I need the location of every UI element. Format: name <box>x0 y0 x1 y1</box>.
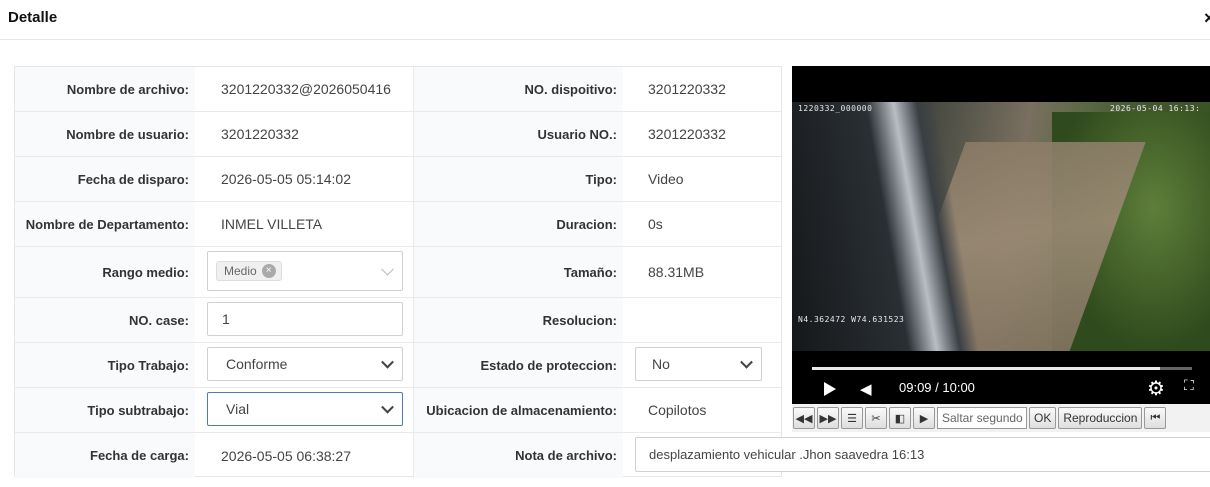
reproduccion-button[interactable]: Reproduccion <box>1058 407 1143 429</box>
rango-medio-tag-label: Medio <box>224 264 257 278</box>
no-case-input[interactable]: 1 <box>207 302 403 336</box>
close-icon[interactable]: × <box>1204 8 1210 29</box>
rewind-button[interactable]: ◀◀ <box>793 407 815 429</box>
label-nombre-usuario: Nombre de usuario: <box>15 112 195 156</box>
value-ubicacion-almacenamiento: Copilotos <box>648 402 707 418</box>
detail-row: Fecha de disparo: 2026-05-05 05:14:02 Ti… <box>15 157 781 202</box>
value-nombre-archivo: 3201220332@2026050416 <box>195 67 414 111</box>
tipo-subtrabajo-value: Vial <box>226 401 250 417</box>
video-progress-fill <box>812 367 1160 370</box>
value-tipo: Video <box>648 171 684 187</box>
value-no-dispositivo: 3201220332 <box>648 81 726 97</box>
label-nota-archivo: Nota de archivo: <box>414 433 623 478</box>
value-duracion: 0s <box>648 216 663 232</box>
video-progress-bar[interactable] <box>812 367 1192 370</box>
label-no-case: NO. case: <box>15 298 195 342</box>
chevron-down-icon <box>381 400 394 414</box>
label-resolucion: Resolucion: <box>414 298 623 342</box>
ok-button[interactable]: OK <box>1029 407 1057 429</box>
tipo-trabajo-select[interactable]: Conforme <box>207 347 403 381</box>
dialog-title: Detalle <box>8 9 58 26</box>
detail-row: Nombre de archivo: 3201220332@2026050416… <box>15 67 781 112</box>
label-fecha-carga: Fecha de carga: <box>15 433 195 478</box>
fullscreen-icon[interactable]: ⛶ <box>1184 378 1194 394</box>
rango-medio-tag: Medio × <box>216 261 282 281</box>
label-tipo-trabajo: Tipo Trabajo: <box>15 343 195 387</box>
value-nombre-departamento: INMEL VILLETA <box>195 202 414 246</box>
label-ubicacion-almacenamiento: Ubicacion de almacenamiento: <box>414 388 623 432</box>
label-tipo: Tipo: <box>414 157 623 201</box>
volume-icon[interactable]: ◀ <box>860 380 872 398</box>
detail-row: Nombre de usuario: 3201220332 Usuario NO… <box>15 112 781 157</box>
dialog-header: Detalle × <box>0 0 1210 40</box>
value-resolucion <box>623 298 781 342</box>
label-no-dispositivo: NO. dispoitivo: <box>414 67 623 111</box>
chevron-down-icon <box>740 355 753 369</box>
osd-datetime: 2026-05-04 16:13: <box>1110 104 1201 113</box>
skip-seconds-input[interactable]: Saltar segundo <box>937 407 1027 429</box>
list-button[interactable]: ☰ <box>841 407 863 429</box>
play-icon[interactable] <box>824 382 836 396</box>
next-frame-button[interactable]: ▶ <box>913 407 935 429</box>
cut-button[interactable]: ✂ <box>865 407 887 429</box>
fast-forward-button[interactable]: ▶▶ <box>817 407 839 429</box>
label-fecha-disparo: Fecha de disparo: <box>15 157 195 201</box>
video-vehicle <box>792 102 982 351</box>
value-fecha-disparo: 2026-05-05 05:14:02 <box>195 157 414 201</box>
video-player[interactable]: 1220332_000000 2026-05-04 16:13: N4.3624… <box>792 66 1210 404</box>
rango-medio-select[interactable]: Medio × <box>207 251 403 291</box>
estado-proteccion-select[interactable]: No <box>635 347 762 381</box>
tipo-trabajo-value: Conforme <box>226 356 288 372</box>
value-nombre-usuario: 3201220332 <box>195 112 414 156</box>
label-tipo-subtrabajo: Tipo subtrabajo: <box>15 388 195 432</box>
label-duracion: Duracion: <box>414 202 623 246</box>
value-tamano: 88.31MB <box>648 264 705 280</box>
chevron-down-icon <box>381 355 394 369</box>
label-nombre-departamento: Nombre de Departamento: <box>15 202 195 246</box>
label-usuario-no: Usuario NO.: <box>414 112 623 156</box>
osd-gps: N4.362472 W74.631523 <box>798 315 905 324</box>
chevron-down-icon <box>381 262 394 276</box>
first-frame-button[interactable]: ⏮ <box>1144 407 1167 429</box>
gear-icon[interactable]: ⚙ <box>1147 376 1165 401</box>
label-estado-proteccion: Estado de proteccion: <box>414 343 623 387</box>
value-fecha-carga: 2026-05-05 06:38:27 <box>195 433 414 478</box>
label-tamano: Tamaño: <box>414 247 623 297</box>
label-rango-medio: Rango medio: <box>15 247 195 297</box>
video-time: 09:09 / 10:00 <box>899 380 975 395</box>
remove-tag-icon[interactable]: × <box>261 264 276 278</box>
video-frame <box>792 102 1210 351</box>
nota-archivo-input[interactable]: desplazamiento vehicular .Jhon saavedra … <box>635 437 1210 472</box>
detail-row: Nombre de Departamento: INMEL VILLETA Du… <box>15 202 781 247</box>
prev-frame-button[interactable]: ◧ <box>889 407 911 429</box>
osd-device: 1220332_000000 <box>798 104 873 113</box>
player-toolbar: ◀◀ ▶▶ ☰ ✂ ◧ ▶ Saltar segundo OK Reproduc… <box>792 404 1210 432</box>
estado-proteccion-value: No <box>652 356 670 372</box>
value-usuario-no: 3201220332 <box>648 126 726 142</box>
tipo-subtrabajo-select[interactable]: Vial <box>207 392 403 426</box>
label-nombre-archivo: Nombre de archivo: <box>15 67 195 111</box>
